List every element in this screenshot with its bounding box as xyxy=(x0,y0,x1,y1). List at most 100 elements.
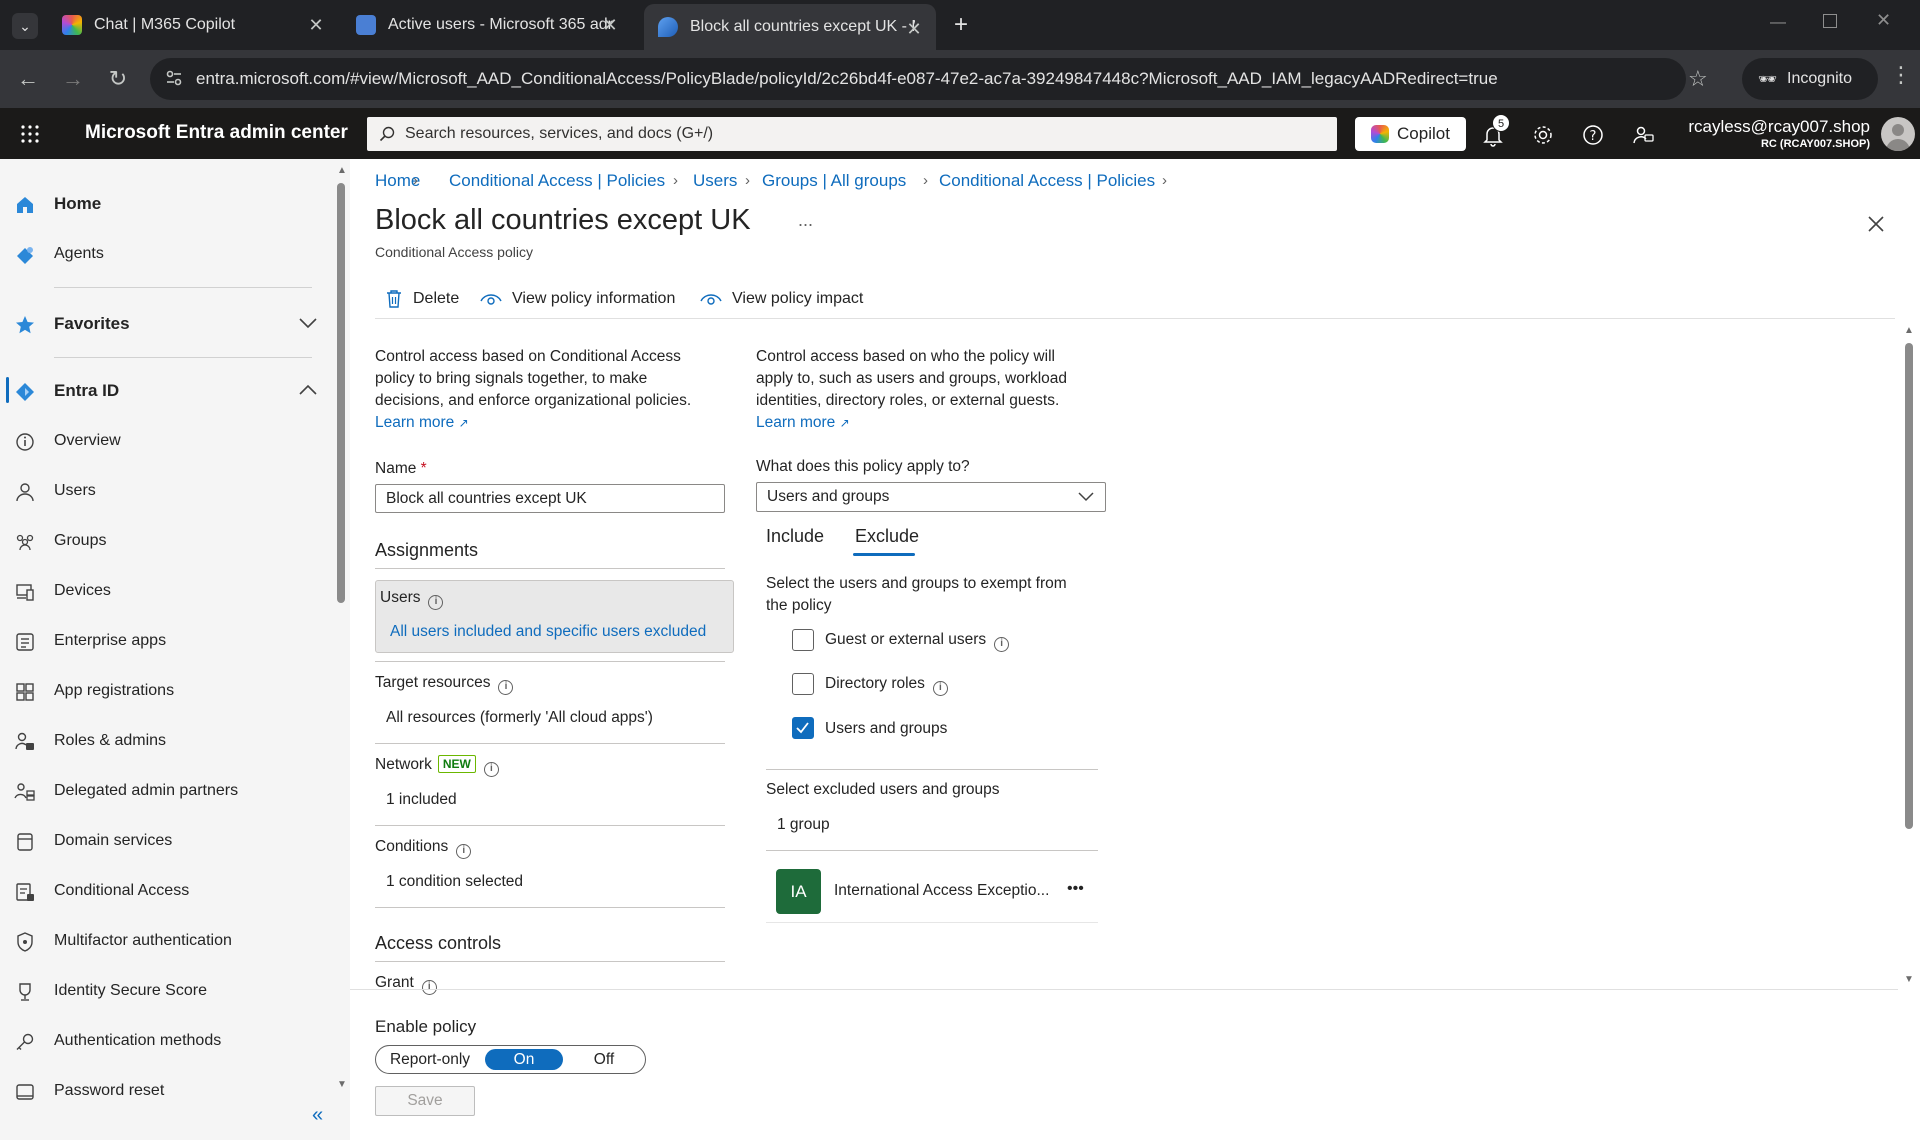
content-scrollbar[interactable]: ▲ ▼ xyxy=(1902,325,1916,985)
close-tab-icon[interactable]: ✕ xyxy=(600,15,620,35)
browser-tab-active-users[interactable]: Active users - Microsoft 365 adm ✕ xyxy=(342,0,632,50)
info-icon[interactable]: i xyxy=(421,980,437,995)
breadcrumb-item[interactable]: Users xyxy=(693,171,737,191)
info-icon[interactable]: i xyxy=(498,680,514,695)
group-more-options-icon[interactable]: ••• xyxy=(1067,880,1084,898)
toggle-on[interactable]: On xyxy=(485,1049,563,1070)
app-launcher-icon[interactable] xyxy=(20,124,40,144)
sidebar-item-favorites[interactable]: Favorites xyxy=(0,302,330,346)
info-icon[interactable]: i xyxy=(483,762,499,777)
sidebar-item-conditional-access[interactable]: Conditional Access xyxy=(0,869,330,913)
conditions-link[interactable]: 1 condition selected xyxy=(386,873,523,891)
sidebar-item-password-reset[interactable]: Password reset xyxy=(0,1069,330,1113)
browser-tab-policy[interactable]: Block all countries except UK - M ✕ xyxy=(644,4,936,50)
view-policy-information-button[interactable]: View policy information xyxy=(480,287,675,311)
nav-scrollbar[interactable]: ▲ ▼ xyxy=(334,165,348,1090)
policy-name-input[interactable]: Block all countries except UK xyxy=(375,484,725,513)
sidebar-item-roles-admins[interactable]: Roles & admins xyxy=(0,719,330,763)
network-link[interactable]: 1 included xyxy=(386,791,457,809)
nav-divider xyxy=(54,287,312,288)
chevron-right-icon: › xyxy=(413,172,418,189)
feedback-icon[interactable] xyxy=(1630,122,1656,148)
sidebar-item-domain-services[interactable]: Domain services xyxy=(0,819,330,863)
breadcrumb-item[interactable]: Conditional Access | Policies xyxy=(939,171,1155,191)
sidebar-item-overview[interactable]: Overview xyxy=(0,419,330,463)
collapse-nav-icon[interactable]: « xyxy=(312,1104,323,1127)
sidebar-item-label: Conditional Access xyxy=(54,882,190,899)
target-resources-link[interactable]: All resources (formerly 'All cloud apps'… xyxy=(386,709,653,727)
info-icon[interactable]: i xyxy=(994,637,1010,652)
search-input[interactable]: Search resources, services, and docs (G+… xyxy=(367,117,1337,151)
sidebar-item-identity-secure-score[interactable]: Identity Secure Score xyxy=(0,969,330,1013)
guest-external-users-checkbox[interactable] xyxy=(792,629,814,651)
apply-to-dropdown[interactable]: Users and groups xyxy=(756,482,1106,512)
back-arrow-icon[interactable]: ← xyxy=(12,63,44,95)
settings-gear-icon[interactable] xyxy=(1530,122,1556,148)
sidebar-item-multifactor-authentication[interactable]: Multifactor authentication xyxy=(0,919,330,963)
left-intro-text: Control access based on Conditional Acce… xyxy=(375,346,735,434)
chevron-down-icon[interactable] xyxy=(298,316,318,330)
account-info[interactable]: rcayless@rcay007.shop RC (RCAY007.SHOP) xyxy=(1688,117,1870,150)
learn-more-link[interactable]: Learn more xyxy=(375,414,454,431)
avatar[interactable] xyxy=(1881,117,1915,151)
excluded-group-count-link[interactable]: 1 group xyxy=(777,816,830,834)
help-question-icon[interactable]: ? xyxy=(1580,122,1606,148)
sidebar-item-entra-id[interactable]: Entra ID xyxy=(0,369,330,413)
incognito-indicator[interactable]: 🕶 Incognito xyxy=(1742,58,1878,100)
browser-menu-icon[interactable]: ⋮ xyxy=(1890,64,1912,86)
directory-roles-checkbox[interactable] xyxy=(792,673,814,695)
delete-button[interactable]: Delete xyxy=(385,287,459,311)
users-and-groups-checkbox[interactable] xyxy=(792,717,814,739)
tab-exclude[interactable]: Exclude xyxy=(855,526,919,547)
save-button[interactable]: Save xyxy=(375,1086,475,1116)
forward-arrow-icon[interactable]: → xyxy=(57,63,89,95)
sidebar-item-groups[interactable]: Groups xyxy=(0,519,330,563)
sidebar-item-devices[interactable]: Devices xyxy=(0,569,330,613)
delete-label: Delete xyxy=(413,290,460,307)
sidebar-item-home[interactable]: Home xyxy=(0,182,330,226)
close-window-icon[interactable]: ✕ xyxy=(1876,10,1891,31)
conditions-label: Conditions i xyxy=(375,838,472,859)
breadcrumb-item[interactable]: Conditional Access | Policies xyxy=(449,171,665,191)
close-tab-icon[interactable]: ✕ xyxy=(306,15,326,35)
portal-brand[interactable]: Microsoft Entra admin center xyxy=(85,122,348,144)
view-policy-impact-button[interactable]: View policy impact xyxy=(700,287,863,311)
chevron-up-icon[interactable] xyxy=(298,383,318,397)
sidebar-item-authentication-methods[interactable]: Authentication methods xyxy=(0,1019,330,1063)
new-tab-icon[interactable]: + xyxy=(948,12,974,38)
tab-include[interactable]: Include xyxy=(766,526,824,547)
sidebar-item-app-registrations[interactable]: App registrations xyxy=(0,669,330,713)
section-divider xyxy=(375,961,725,962)
copilot-button[interactable]: Copilot xyxy=(1355,117,1466,151)
toggle-off[interactable]: Off xyxy=(568,1049,640,1070)
info-icon[interactable]: i xyxy=(456,844,472,859)
breadcrumb-item[interactable]: Groups | All groups xyxy=(762,171,906,191)
trash-icon xyxy=(387,290,401,308)
sidebar-item-enterprise-apps[interactable]: Enterprise apps xyxy=(0,619,330,663)
toggle-report-only[interactable]: Report-only xyxy=(382,1049,478,1070)
close-icon[interactable] xyxy=(1866,214,1886,234)
restore-window-icon[interactable] xyxy=(1823,14,1837,28)
sidebar-item-users[interactable]: Users xyxy=(0,469,330,513)
sidebar-item-label: App registrations xyxy=(54,682,175,699)
users-value-link[interactable]: All users included and specific users ex… xyxy=(390,623,706,641)
reload-icon[interactable]: ↻ xyxy=(102,63,134,95)
learn-more-link[interactable]: Learn more xyxy=(756,414,835,431)
site-info-icon[interactable] xyxy=(164,68,184,88)
url-text[interactable]: entra.microsoft.com/#view/Microsoft_AAD_… xyxy=(196,69,1498,89)
user-icon xyxy=(14,481,36,503)
sidebar-item-agents[interactable]: Agents xyxy=(0,232,330,276)
tab-search-button[interactable]: ⌄ xyxy=(12,13,38,39)
more-options-icon[interactable]: ... xyxy=(798,210,813,231)
browser-tab-copilot[interactable]: Chat | M365 Copilot ✕ xyxy=(48,0,338,50)
account-username: rcayless@rcay007.shop xyxy=(1688,117,1870,136)
minimize-window-icon[interactable]: — xyxy=(1770,14,1786,32)
info-icon[interactable]: i xyxy=(428,595,444,610)
info-icon[interactable]: i xyxy=(932,681,948,696)
sidebar-item-delegated-admin-partners[interactable]: Delegated admin partners xyxy=(0,769,330,813)
users-assignment[interactable]: Users i All users included and specific u… xyxy=(375,580,734,653)
bookmark-star-icon[interactable]: ☆ xyxy=(1688,66,1708,92)
exempt-line: the policy xyxy=(766,597,832,614)
close-tab-icon[interactable]: ✕ xyxy=(904,19,924,39)
groups-icon xyxy=(14,531,36,553)
